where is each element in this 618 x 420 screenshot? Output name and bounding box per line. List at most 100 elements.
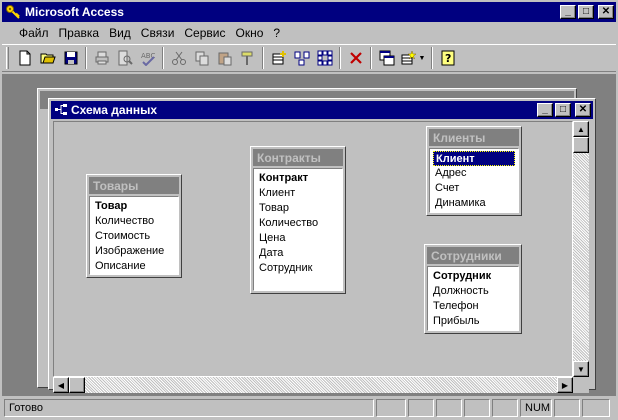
format-painter-button[interactable] bbox=[236, 47, 259, 69]
status-pane bbox=[582, 399, 610, 417]
field-item-selected[interactable]: Клиент bbox=[433, 151, 515, 166]
show-direct-button[interactable] bbox=[290, 47, 313, 69]
copy-button[interactable] bbox=[190, 47, 213, 69]
table-title[interactable]: Товары bbox=[89, 177, 179, 194]
menu-tools[interactable]: Сервис bbox=[179, 26, 230, 40]
child-close-button[interactable]: ✕ bbox=[575, 103, 591, 117]
format-painter-icon bbox=[241, 51, 252, 65]
field-item[interactable]: Контракт bbox=[257, 171, 339, 186]
paste-button[interactable] bbox=[213, 47, 236, 69]
show-table-button[interactable] bbox=[267, 47, 290, 69]
field-item[interactable]: Динамика bbox=[433, 196, 515, 211]
table-klienty[interactable]: Клиенты Клиент Адрес Счет Динамика bbox=[426, 126, 522, 216]
field-item[interactable]: Счет bbox=[433, 181, 515, 196]
field-item[interactable]: Должность bbox=[431, 284, 515, 299]
maximize-icon: □ bbox=[559, 104, 567, 115]
arrow-left-icon: ◀ bbox=[57, 380, 65, 390]
arrow-up-icon: ▲ bbox=[577, 124, 585, 134]
open-button[interactable] bbox=[36, 47, 59, 69]
maximize-icon: □ bbox=[582, 6, 590, 17]
toolbar: ABC ▼ ? bbox=[2, 44, 616, 72]
status-pane bbox=[376, 399, 406, 417]
field-item[interactable]: Количество bbox=[257, 216, 339, 231]
field-item[interactable]: Стоимость bbox=[93, 229, 175, 244]
maximize-button[interactable]: □ bbox=[578, 5, 594, 19]
size-grip[interactable] bbox=[573, 377, 589, 393]
field-list: Контракт Клиент Товар Количество Цена Да… bbox=[253, 168, 343, 291]
field-item[interactable]: Товар bbox=[257, 201, 339, 216]
cut-icon bbox=[171, 51, 186, 65]
table-tovary[interactable]: Товары Товар Количество Стоимость Изобра… bbox=[86, 174, 182, 278]
table-title[interactable]: Сотрудники bbox=[427, 247, 519, 264]
child-minimize-button[interactable]: _ bbox=[537, 103, 553, 117]
status-pane bbox=[408, 399, 434, 417]
menu-bar: Файл Правка Вид Связи Сервис Окно ? bbox=[2, 23, 616, 43]
toolbar-separator bbox=[370, 47, 372, 69]
status-message: Готово bbox=[4, 399, 374, 417]
paste-icon bbox=[218, 52, 231, 66]
menu-relationships[interactable]: Связи bbox=[136, 26, 180, 40]
table-kontrakty[interactable]: Контракты Контракт Клиент Товар Количест… bbox=[250, 146, 346, 294]
field-item[interactable]: Сотрудник bbox=[431, 269, 515, 284]
field-item[interactable]: Клиент bbox=[257, 186, 339, 201]
scroll-left-button[interactable]: ◀ bbox=[53, 377, 69, 393]
field-item[interactable]: Товар bbox=[93, 199, 175, 214]
status-bar: Готово NUM bbox=[2, 398, 616, 418]
field-item[interactable]: Изображение bbox=[93, 244, 175, 259]
vertical-scrollbar[interactable]: ▲ ▼ bbox=[573, 121, 589, 377]
field-item[interactable]: Дата bbox=[257, 246, 339, 261]
menu-file[interactable]: Файл bbox=[14, 26, 54, 40]
toolbar-grip[interactable] bbox=[6, 47, 9, 69]
delete-button[interactable] bbox=[344, 47, 367, 69]
toolbar-separator bbox=[262, 47, 264, 69]
field-item[interactable]: Адрес bbox=[433, 166, 515, 181]
scroll-up-button[interactable]: ▲ bbox=[573, 121, 589, 137]
table-title[interactable]: Контракты bbox=[253, 149, 343, 166]
show-all-button[interactable] bbox=[313, 47, 336, 69]
menu-view[interactable]: Вид bbox=[104, 26, 136, 40]
horizontal-scroll-thumb[interactable] bbox=[69, 377, 85, 393]
toolbar-separator bbox=[339, 47, 341, 69]
scroll-down-button[interactable]: ▼ bbox=[573, 361, 589, 377]
vertical-scroll-thumb[interactable] bbox=[573, 137, 589, 153]
copy-icon bbox=[195, 51, 208, 66]
save-button[interactable] bbox=[59, 47, 82, 69]
minimize-button[interactable]: _ bbox=[560, 5, 576, 19]
arrow-down-icon: ▼ bbox=[577, 364, 585, 374]
open-folder-icon bbox=[40, 53, 56, 64]
cut-button[interactable] bbox=[167, 47, 190, 69]
print-button[interactable] bbox=[90, 47, 113, 69]
horizontal-scrollbar[interactable]: ◀ ▶ bbox=[53, 377, 573, 393]
field-item[interactable]: Описание bbox=[93, 259, 175, 274]
field-item[interactable]: Телефон bbox=[431, 299, 515, 314]
menu-window[interactable]: Окно bbox=[230, 26, 268, 40]
relationships-canvas[interactable]: Товары Товар Количество Стоимость Изобра… bbox=[53, 121, 573, 377]
menu-help[interactable]: ? bbox=[268, 26, 285, 40]
scroll-right-button[interactable]: ▶ bbox=[557, 377, 573, 393]
new-object-icon bbox=[401, 50, 417, 65]
print-preview-button[interactable] bbox=[113, 47, 136, 69]
field-item[interactable]: Прибыль bbox=[431, 314, 515, 329]
show-all-icon bbox=[317, 50, 332, 66]
minimize-icon: _ bbox=[565, 6, 571, 17]
dropdown-arrow-icon[interactable]: ▼ bbox=[419, 55, 426, 62]
field-item[interactable]: Сотрудник bbox=[257, 261, 339, 276]
relationships-title-bar[interactable]: Схема данных _ □ ✕ bbox=[51, 101, 593, 119]
app-title-bar[interactable]: Microsoft Access _ □ ✕ bbox=[2, 2, 616, 22]
field-item[interactable]: Количество bbox=[93, 214, 175, 229]
print-icon bbox=[95, 51, 108, 65]
new-object-button[interactable]: ▼ bbox=[398, 47, 428, 69]
relationships-window: Схема данных _ □ ✕ Товары Товар Количест… bbox=[48, 98, 596, 393]
field-item[interactable]: Цена bbox=[257, 231, 339, 246]
child-maximize-button[interactable]: □ bbox=[555, 103, 571, 117]
menu-edit[interactable]: Правка bbox=[54, 26, 105, 40]
field-list: Сотрудник Должность Телефон Прибыль bbox=[427, 266, 519, 331]
delete-icon bbox=[349, 52, 362, 64]
database-window-button[interactable] bbox=[375, 47, 398, 69]
spelling-button[interactable]: ABC bbox=[136, 47, 159, 69]
help-button[interactable]: ? bbox=[436, 47, 459, 69]
new-button[interactable] bbox=[13, 47, 36, 69]
close-button[interactable]: ✕ bbox=[598, 5, 614, 19]
table-sotrudniki[interactable]: Сотрудники Сотрудник Должность Телефон П… bbox=[424, 244, 522, 334]
table-title[interactable]: Клиенты bbox=[429, 129, 519, 146]
